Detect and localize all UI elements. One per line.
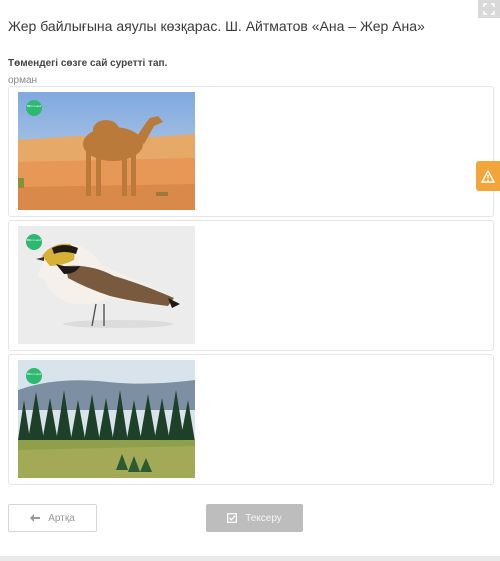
- question-text: Төмендегі сөзге сай суретті тап.: [8, 58, 168, 69]
- bilimland-logo: Bilim Land: [26, 234, 42, 250]
- page-title: Жер байлығына аяулы көзқарас. Ш. Айтмато…: [8, 18, 425, 34]
- check-button[interactable]: Тексеру: [206, 504, 303, 532]
- fullscreen-icon: [483, 3, 495, 15]
- check-button-label: Тексеру: [245, 512, 282, 524]
- report-error-button[interactable]: [476, 161, 500, 191]
- forest-image: Bilim Land: [18, 360, 195, 478]
- answer-option-bird[interactable]: Bilim Land: [8, 220, 494, 351]
- answer-option-camel[interactable]: Bilim Land: [8, 86, 494, 217]
- bird-image: Bilim Land: [18, 226, 195, 344]
- target-word: орман: [8, 75, 38, 86]
- fullscreen-button[interactable]: [478, 0, 500, 18]
- bottom-bar: [0, 556, 500, 561]
- arrow-left-icon: [30, 514, 41, 522]
- warning-icon: [481, 169, 495, 183]
- bilimland-logo: Bilim Land: [26, 100, 42, 116]
- back-button[interactable]: Артқа: [8, 504, 97, 532]
- checkbox-icon: [227, 513, 238, 523]
- bilimland-logo: Bilim Land: [26, 368, 42, 384]
- answer-option-forest[interactable]: Bilim Land: [8, 354, 494, 485]
- back-button-label: Артқа: [48, 512, 75, 524]
- camel-image: Bilim Land: [18, 92, 195, 210]
